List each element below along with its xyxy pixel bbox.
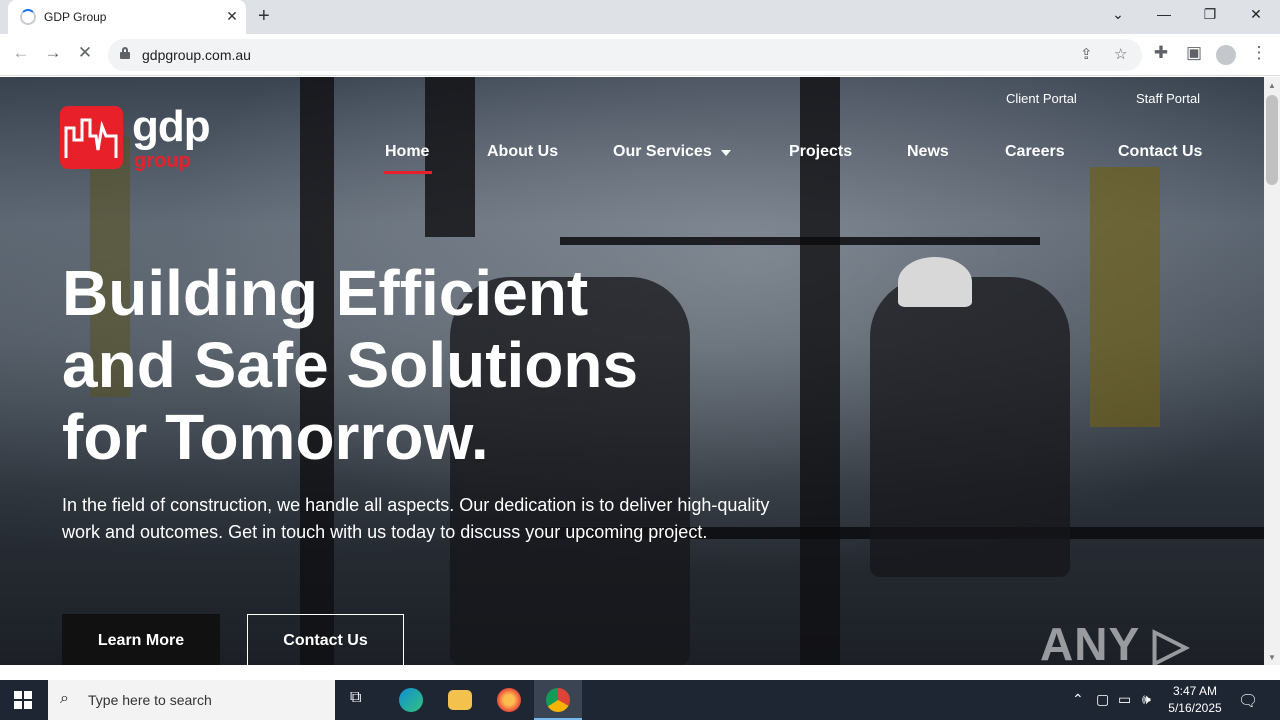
page-scrollbar[interactable]: ▲ ▼: [1264, 77, 1280, 665]
network-icon[interactable]: ▭: [1118, 691, 1131, 708]
hero-description: In the field of construction, we handle …: [62, 495, 770, 542]
tab-search-icon[interactable]: ⌄: [1108, 6, 1128, 23]
edge-icon[interactable]: [399, 688, 423, 712]
search-icon: ⌕: [60, 690, 69, 707]
safety-harness-gear: [1090, 167, 1160, 427]
task-view-icon[interactable]: ⧉: [350, 689, 361, 707]
minimize-button[interactable]: —: [1154, 6, 1174, 22]
forward-arrow-icon[interactable]: →: [42, 43, 64, 63]
nav-our-services[interactable]: Our Services: [613, 143, 712, 161]
gdp-group-logo[interactable]: gdp group: [60, 102, 220, 176]
scroll-thumb[interactable]: [1266, 95, 1278, 185]
scroll-down-arrow-icon[interactable]: ▼: [1268, 653, 1276, 662]
hero-title-line: Building Efficient: [62, 257, 589, 329]
back-arrow-icon[interactable]: ←: [10, 43, 32, 63]
side-panel-icon[interactable]: ▣: [1183, 43, 1205, 63]
hero-title: Building Efficient and Safe Solutions fo…: [62, 257, 782, 473]
show-hidden-icons-chevron-icon[interactable]: ⌃: [1072, 691, 1084, 708]
volume-icon[interactable]: 🕪: [1142, 691, 1151, 708]
hero-title-line: and Safe Solutions: [62, 329, 639, 401]
restore-button[interactable]: ❐: [1200, 6, 1220, 23]
menu-kebab-icon[interactable]: ⋮: [1248, 43, 1270, 63]
taskbar-search-box[interactable]: ⌕ Type here to search: [48, 680, 335, 720]
client-portal-link[interactable]: Client Portal: [1006, 91, 1077, 106]
windows-taskbar: ⌕ Type here to search ⧉ ⌃ ▢ ▭ 🕪 3:47 AM …: [0, 680, 1280, 720]
worker-silhouette: [870, 277, 1070, 577]
platform-rail: [560, 237, 1040, 245]
nav-home[interactable]: Home: [385, 143, 429, 161]
staff-portal-link[interactable]: Staff Portal: [1136, 91, 1200, 106]
firefox-icon[interactable]: [497, 688, 521, 712]
chrome-icon: [546, 688, 570, 712]
address-bar[interactable]: gdpgroup.com.au ⇪ ☆: [108, 39, 1142, 71]
start-icon[interactable]: [14, 691, 32, 709]
profile-avatar-icon[interactable]: [1216, 45, 1236, 65]
nav-about-us[interactable]: About Us: [487, 143, 558, 161]
contact-us-button[interactable]: Contact Us: [247, 614, 404, 665]
window-frame: [800, 77, 840, 665]
active-nav-indicator: [384, 171, 432, 174]
learn-more-button[interactable]: Learn More: [62, 614, 220, 665]
clock-time: 3:47 AM: [1172, 684, 1218, 698]
hard-hat: [898, 257, 972, 307]
share-icon[interactable]: ⇪: [1080, 45, 1093, 63]
lock-icon[interactable]: [120, 47, 130, 59]
nav-projects[interactable]: Projects: [789, 143, 852, 161]
tab-title: GDP Group: [44, 10, 107, 24]
url-text[interactable]: gdpgroup.com.au: [142, 47, 251, 63]
nav-careers[interactable]: Careers: [1005, 143, 1065, 161]
notification-icon[interactable]: 🗨: [1238, 691, 1258, 711]
nav-contact-us[interactable]: Contact Us: [1118, 143, 1202, 161]
bookmark-star-icon[interactable]: ☆: [1114, 45, 1127, 63]
new-tab-button[interactable]: +: [258, 5, 270, 28]
logo-wordmark: gdp: [132, 102, 211, 151]
browser-toolbar: ← → ✕ gdpgroup.com.au ⇪ ☆ ✚ ▣ ⋮: [0, 34, 1280, 76]
window-squeegee: [425, 77, 475, 237]
browser-tab-strip: GDP Group ✕ + ⌄ — ❐ ✕: [0, 0, 1280, 34]
hero-title-line: for Tomorrow.: [62, 401, 489, 473]
loading-spinner-icon: [20, 9, 36, 25]
search-placeholder[interactable]: Type here to search: [88, 692, 212, 708]
scroll-up-arrow-icon[interactable]: ▲: [1268, 81, 1276, 90]
nav-news[interactable]: News: [907, 143, 949, 161]
clock-date: 5/16/2025: [1168, 701, 1222, 715]
stop-loading-icon[interactable]: ✕: [74, 43, 96, 63]
chrome-taskbar-button[interactable]: [534, 680, 582, 720]
page-viewport: gdp group Client Portal Staff Portal Hom…: [0, 77, 1264, 665]
device-icon[interactable]: ▢: [1096, 691, 1109, 708]
extensions-puzzle-icon[interactable]: ✚: [1150, 43, 1172, 63]
close-tab-icon[interactable]: ✕: [224, 8, 240, 25]
clock[interactable]: 3:47 AM 5/16/2025: [1166, 680, 1224, 720]
browser-tab[interactable]: GDP Group ✕: [8, 0, 246, 34]
file-explorer-icon[interactable]: [448, 690, 472, 710]
close-window-button[interactable]: ✕: [1246, 6, 1266, 23]
chevron-down-icon[interactable]: [721, 150, 731, 156]
logo-mark-icon: [60, 106, 123, 169]
anyrun-watermark: ANY ▷ RUN: [1040, 618, 1190, 665]
logo-subtext: group: [134, 150, 191, 172]
